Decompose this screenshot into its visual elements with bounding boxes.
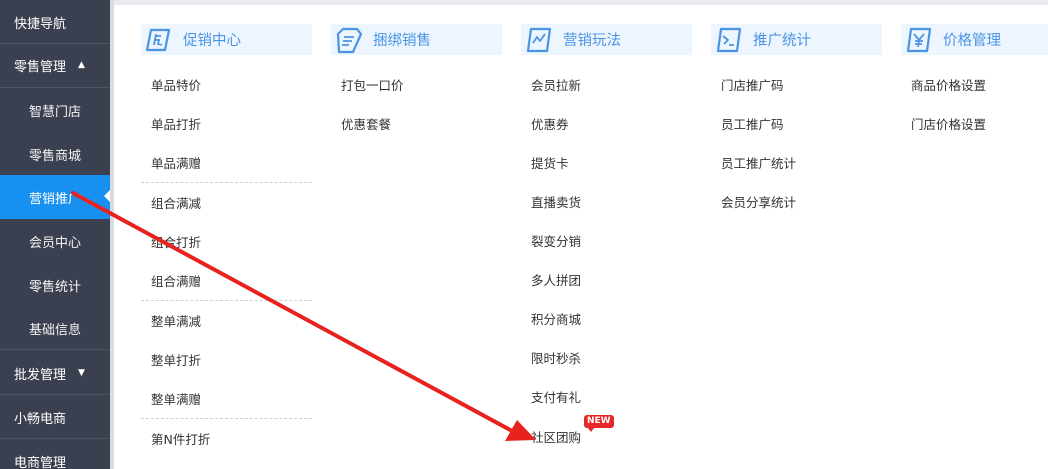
nav-label: 小畅电商 [14,411,67,427]
nav-label: 营销推广 [29,191,82,207]
menu-item[interactable]: 单品满赠 [151,153,201,172]
column-header: 价格管理 [901,24,1048,55]
menu-item[interactable]: 商品价格设置 [911,75,986,94]
menu-item[interactable]: 优惠套餐 [341,114,391,133]
menu-item[interactable]: 组合满赠 [151,271,201,290]
menu-item[interactable]: 组合满减 [151,193,201,212]
menu-item[interactable]: 第N件打折 [151,429,210,448]
panel-top-edge [114,0,1048,5]
price-icon [905,24,939,55]
nav-label: 零售统计 [29,279,82,295]
marketing-icon [525,24,559,55]
group-divider [141,300,312,301]
group-divider [141,418,312,419]
promo-icon [145,24,179,55]
column-promotion-stats: 推广统计 门店推广码 员工推广码 员工推广统计 会员分享统计 [711,24,882,210]
menu-item[interactable]: 直播卖货 [531,192,581,211]
nav-ecommerce-management[interactable]: 电商管理 [0,439,110,469]
nav-label: 智慧门店 [29,104,82,120]
nav-marketing-promotion[interactable]: 营销推广 [0,175,110,219]
menu-item[interactable]: 单品特价 [151,75,201,94]
column-marketing-games: 营销玩法 会员拉新 优惠券 提货卡 直播卖货 裂变分销 多人拼团 积分商城 限时… [521,24,692,445]
menu-item[interactable]: 打包一口价 [341,75,404,94]
nav-basic-info[interactable]: 基础信息 [0,306,110,350]
column-title: 营销玩法 [563,33,621,49]
menu-item-community-group-buy[interactable]: 社区团购 [531,427,581,446]
column-title: 促销中心 [183,33,241,49]
group-divider [141,182,312,183]
column-title: 推广统计 [753,33,811,49]
nav-retail-management[interactable]: 零售管理 ▲ [0,43,110,87]
menu-item[interactable]: 会员拉新 [531,75,581,94]
menu-item[interactable]: 整单满赠 [151,389,201,408]
menu-item[interactable]: 提货卡 [531,153,569,172]
menu-item[interactable]: 单品打折 [151,114,201,133]
panel-edge [110,0,114,469]
nav-retail-mall[interactable]: 零售商城 [0,132,110,176]
column-title: 价格管理 [943,33,1001,49]
menu-item[interactable]: 整单满减 [151,311,201,330]
nav-label: 基础信息 [29,322,82,338]
new-badge: NEW [584,415,614,432]
menu-item[interactable]: 整单打折 [151,350,201,369]
nav-quick-navigation[interactable]: 快捷导航 [0,0,110,44]
menu-item[interactable]: 裂变分销 [531,231,581,250]
nav-label: 批发管理 [14,367,67,383]
nav-label: 零售管理 [14,59,67,75]
menu-item[interactable]: 会员分享统计 [721,192,796,211]
menu-item[interactable]: 组合打折 [151,232,201,251]
caret-down-icon: ▼ [78,368,85,378]
menu-item[interactable]: 积分商城 [531,309,581,328]
column-header: 营销玩法 [521,24,692,55]
nav-smart-store[interactable]: 智慧门店 [0,88,110,132]
nav-label: 会员中心 [29,235,82,251]
stats-icon [715,24,749,55]
nav-divider [0,349,110,350]
menu-item[interactable]: 多人拼团 [531,270,581,289]
menu-item[interactable]: 门店推广码 [721,75,784,94]
column-promotion-center: 促销中心 单品特价 单品打折 单品满赠 组合满减 组合打折 组合满赠 整单满减 … [141,24,312,447]
nav-label: 快捷导航 [14,16,67,32]
nav-member-center[interactable]: 会员中心 [0,219,110,263]
nav-wholesale-management[interactable]: 批发管理 ▼ [0,351,110,395]
menu-item[interactable]: 员工推广统计 [721,153,796,172]
column-title: 捆绑销售 [373,33,431,49]
column-header: 促销中心 [141,24,312,55]
column-header: 捆绑销售 [331,24,502,55]
menu-item[interactable]: 支付有礼 [531,387,581,406]
column-header: 推广统计 [711,24,882,55]
column-price-management: 价格管理 商品价格设置 门店价格设置 [901,24,1048,132]
nav-retail-statistics[interactable]: 零售统计 [0,263,110,307]
bundle-icon [335,24,369,55]
caret-up-icon: ▲ [78,60,85,70]
sidebar: 快捷导航 零售管理 ▲ 智慧门店 零售商城 营销推广 会员中心 零售统计 基础信… [0,0,110,469]
menu-item[interactable]: 限时秒杀 [531,348,581,367]
menu-item[interactable]: 门店价格设置 [911,114,986,133]
nav-label: 零售商城 [29,148,82,164]
nav-label: 电商管理 [14,455,67,469]
nav-xiaochang-ecommerce[interactable]: 小畅电商 [0,395,110,439]
menu-item[interactable]: 优惠券 [531,114,569,133]
column-bundle-sales: 捆绑销售 打包一口价 优惠套餐 [331,24,502,132]
menu-item[interactable]: 员工推广码 [721,114,784,133]
